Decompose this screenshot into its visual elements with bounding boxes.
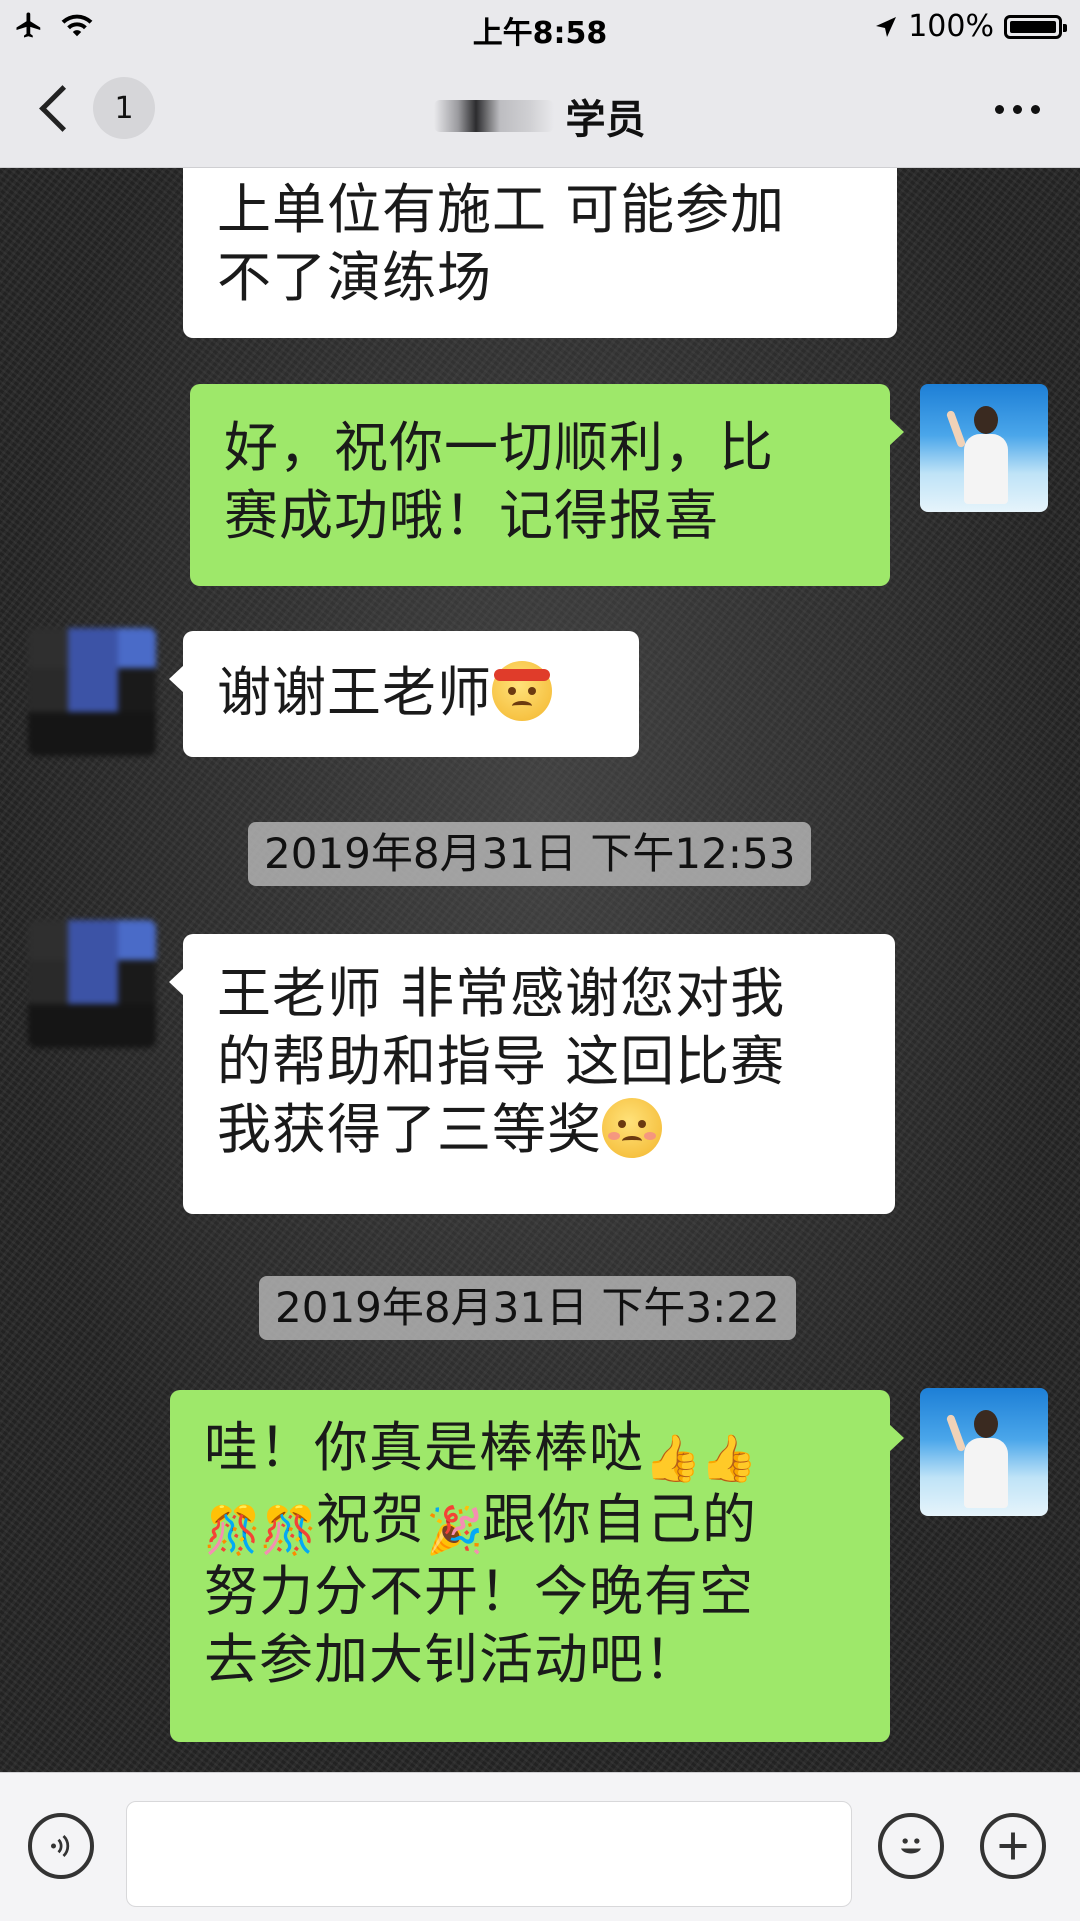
thumbs-up-emoji: 👍	[700, 1431, 759, 1485]
battery-icon	[1004, 14, 1067, 39]
chat-title-text: 学员	[565, 97, 646, 143]
determined-face-headband-emoji	[492, 661, 552, 721]
chat-title: 学员	[0, 87, 1080, 145]
message-bubble-sent[interactable]: 哇！你真是棒棒哒👍👍 🎊🎊祝贺🎉跟你自己的 努力分不开！今晚有空 去参加大钊活动…	[170, 1390, 904, 1742]
message-text-line: 赛成功哦！记得报喜	[224, 484, 719, 547]
more-icon[interactable]	[995, 105, 1040, 114]
smiling-face-emoji	[602, 1098, 662, 1158]
blurred-name	[434, 100, 555, 132]
status-bar: 上午8:58 100%	[0, 0, 1080, 55]
nav-bar: 1 学员	[0, 55, 1080, 168]
avatar[interactable]	[920, 1388, 1048, 1516]
message-timestamp: 2019年8月31日 下午12:53	[248, 822, 812, 886]
message-text-line: 努力分不开！今晚有空	[204, 1560, 754, 1623]
message-bubble-sent[interactable]: 好，祝你一切顺利，比 赛成功哦！记得报喜	[190, 384, 904, 586]
thumbs-up-emoji: 👍	[644, 1431, 703, 1485]
message-input[interactable]	[126, 1801, 852, 1907]
message-bubble-received[interactable]: 王老师 非常感谢您对我 的帮助和指导 这回比赛 我获得了三等奖	[169, 934, 895, 1214]
status-right: 100%	[874, 9, 1067, 44]
message-text-line: 好，祝你一切顺利，比	[224, 416, 774, 479]
message-text-line: 王老师 非常感谢您对我	[217, 962, 786, 1025]
avatar[interactable]	[28, 628, 156, 756]
message-bubble-received[interactable]: 上单位有施工 可能参加 不了演练场	[183, 168, 897, 338]
avatar[interactable]	[28, 920, 156, 1048]
emoji-icon[interactable]	[878, 1813, 944, 1879]
battery-percent: 100%	[908, 9, 994, 44]
chat-area[interactable]: 上单位有施工 可能参加 不了演练场 好，祝你一切顺利，比 赛成功哦！记得报喜 谢…	[0, 168, 1080, 1772]
voice-icon[interactable]	[28, 1813, 94, 1879]
input-bar	[0, 1772, 1080, 1921]
message-text-line: 去参加大钊活动吧！	[204, 1628, 699, 1691]
message-text-line: 的帮助和指导 这回比赛	[217, 1030, 786, 1093]
message-bubble-received[interactable]: 谢谢王老师	[169, 631, 639, 757]
message-text-line: 祝贺	[316, 1488, 426, 1551]
message-text-line: 上单位有施工 可能参加	[217, 178, 786, 241]
party-popper-emoji: 🎉	[426, 1503, 485, 1557]
plus-icon[interactable]	[980, 1813, 1046, 1879]
message-timestamp: 2019年8月31日 下午3:22	[259, 1276, 796, 1340]
message-text-line: 跟你自己的	[482, 1488, 757, 1551]
confetti-ball-emoji: 🎊	[204, 1503, 263, 1557]
message-text: 谢谢王老师	[217, 661, 492, 724]
confetti-ball-emoji: 🎊	[260, 1503, 319, 1557]
avatar[interactable]	[920, 384, 1048, 512]
message-text-line: 不了演练场	[217, 246, 492, 309]
message-text-line: 我获得了三等奖	[217, 1098, 602, 1161]
location-arrow-icon	[876, 16, 897, 37]
message-text-line: 哇！你真是棒棒哒	[204, 1416, 644, 1479]
